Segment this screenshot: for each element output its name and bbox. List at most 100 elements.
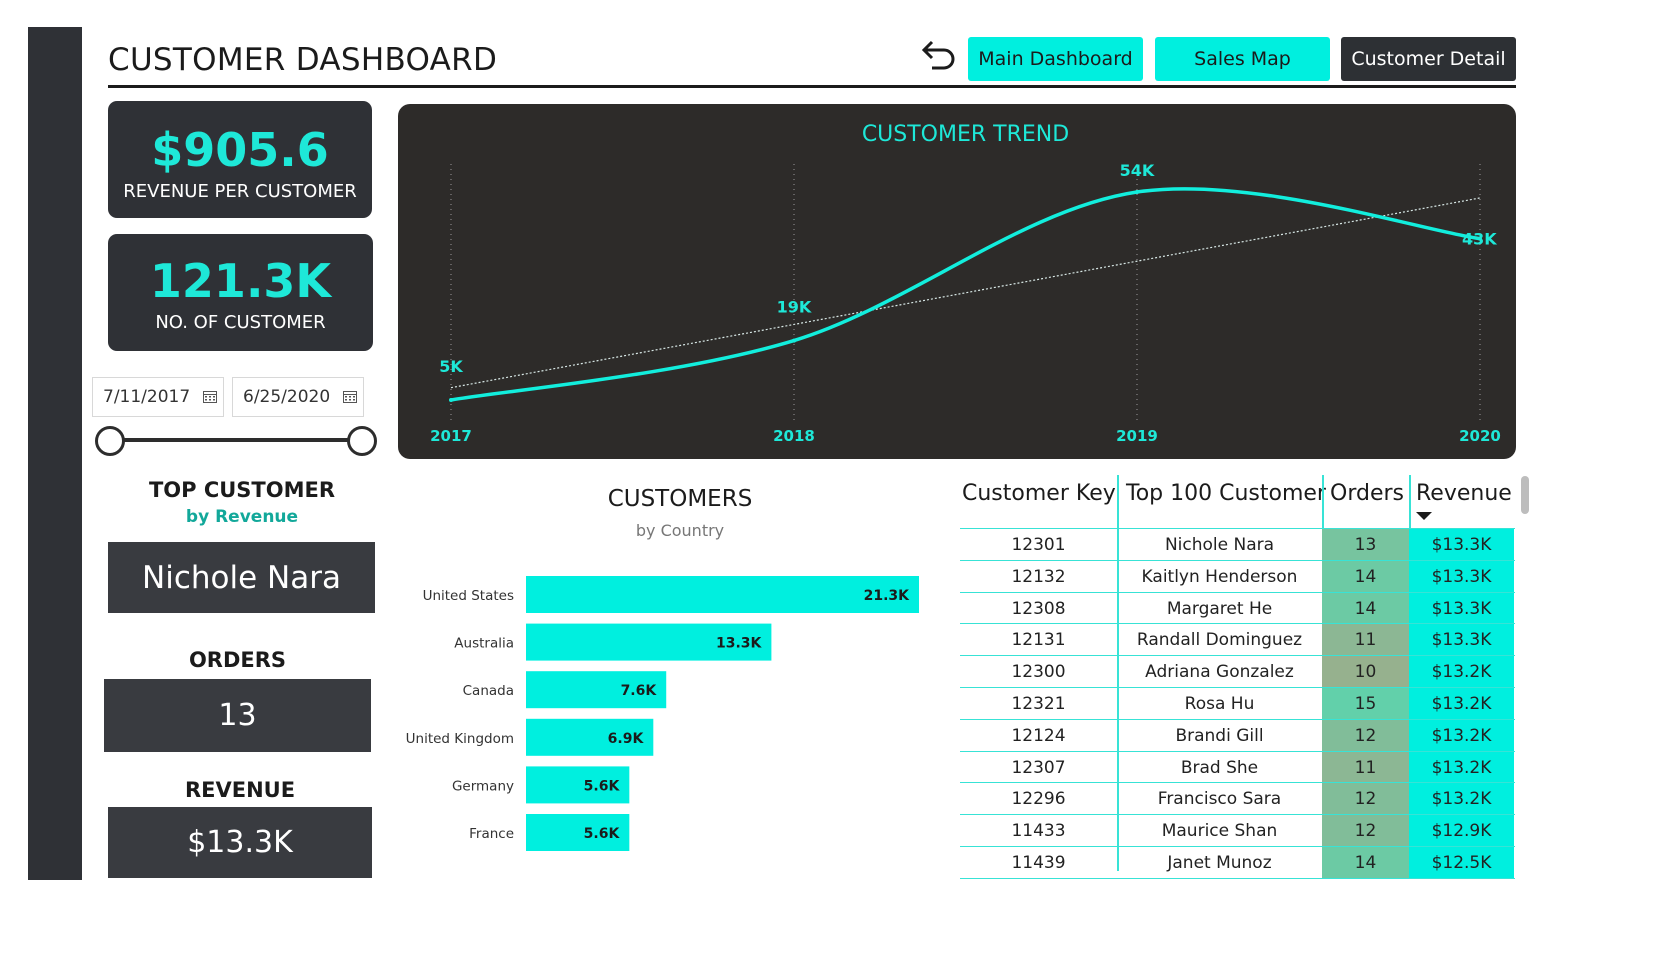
top-customer-heading: TOP CUSTOMER [148,478,336,502]
table-cell-customer-name: Janet Munoz [1167,853,1272,873]
country-label: United States [423,588,514,604]
table-cell-revenue: $13.3K [1431,566,1492,587]
country-bar[interactable] [526,576,919,613]
date-range-end-handle[interactable] [347,426,377,456]
date-range-slider-track[interactable] [110,438,362,442]
country-value-label: 5.6K [584,826,621,842]
customers-by-country-subtitle: by Country [635,521,725,540]
country-label: Germany [452,778,514,794]
customers-by-country-title: CUSTOMERS [607,486,753,512]
country-label: United Kingdom [406,731,514,747]
country-value-label: 6.9K [608,731,645,747]
trend-data-label: 43K [1462,230,1497,249]
table-cell-customer-name: Margaret He [1166,598,1273,619]
customer-count-card: 121.3K NO. OF CUSTOMER [108,234,373,351]
table-cell-orders: 14 [1354,566,1377,587]
sales-map-button[interactable]: Sales Map [1155,37,1330,81]
title-divider [108,85,1516,88]
table-cell-customer-name: Adriana Gonzalez [1145,662,1294,683]
customer-trend-series [450,187,1481,402]
table-cell-orders: 12 [1354,789,1377,810]
table-cell-revenue: $12.9K [1431,821,1492,842]
table-cell-customer-name: Brad She [1180,757,1259,778]
country-label: Canada [463,683,514,699]
country-label: Australia [454,636,514,652]
trend-point [792,338,796,343]
table-header-customer-key[interactable]: Customer Key [962,481,1116,506]
trend-x-tick-label: 2018 [773,427,815,445]
table-cell-orders: 14 [1354,598,1377,619]
customer-count-label: NO. OF CUSTOMER [155,312,326,333]
table-cell-customer-name: Randall Dominguez [1136,630,1303,651]
trend-x-tick-label: 2020 [1459,427,1501,445]
table-cell-customer-name: Maurice Shan [1161,821,1278,842]
end-date-value: 6/25/2020 [243,387,331,407]
orders-value: 13 [104,679,371,752]
table-cell-customer-name: Francisco Sara [1157,789,1282,810]
table-cell-revenue: $13.2K [1431,694,1492,714]
table-cell-orders: 15 [1354,694,1377,714]
revenue-per-customer-card: $905.6 REVENUE PER CUSTOMER [108,101,372,218]
back-arrow-icon[interactable] [916,36,958,76]
table-cell-revenue: $13.2K [1431,725,1492,746]
table-cell-customer-key: 12131 [1011,630,1066,651]
customer-count-value: 121.3K [149,254,332,308]
top-customer-subheading: by Revenue [185,507,299,527]
table-scrollbar[interactable] [1521,476,1529,514]
table-cell-orders: 11 [1354,630,1377,651]
table-cell-orders: 12 [1354,821,1377,842]
trend-data-label: 19K [777,298,812,317]
table-cell-revenue: $13.2K [1431,662,1492,683]
customers-by-country-chart: United States 21.3K Australia 13.3K Canada 7.… [406,576,919,851]
calendar-icon[interactable] [343,390,357,403]
table-cell-customer-key: 12132 [1011,566,1066,587]
trend-point [449,398,453,402]
start-date-input[interactable]: 7/11/2017 [92,377,224,417]
country-label: France [469,826,514,842]
table-cell-orders: 12 [1354,725,1377,746]
table-header-divider [960,528,1515,529]
end-date-input[interactable]: 6/25/2020 [232,377,364,417]
main-dashboard-button[interactable]: Main Dashboard [968,37,1143,81]
table-cell-revenue: $13.3K [1431,535,1492,555]
table-cell-customer-key: 12308 [1011,598,1066,619]
left-sidebar [28,27,82,880]
top-customer-name: Nichole Nara [108,542,375,613]
table-cell-customer-name: Rosa Hu [1184,694,1255,714]
table-cell-customer-key: 12321 [1011,694,1066,714]
trend-x-tick-label: 2019 [1116,427,1158,445]
table-cell-customer-key: 12301 [1011,535,1066,555]
customer-trend-chart: 2017 2018 2019 2020 5K 19K 54K 43K [430,161,1501,445]
country-value-label: 7.6K [621,683,658,699]
sort-descending-icon[interactable] [1416,512,1432,520]
table-cell-revenue: $12.5K [1431,853,1492,873]
revenue-per-customer-value: $905.6 [151,123,329,177]
customer-detail-button[interactable]: Customer Detail [1341,37,1516,81]
revenue-value: $13.3K [108,807,372,878]
date-range-start-handle[interactable] [95,426,125,456]
page-title: CUSTOMER DASHBOARD [108,42,498,78]
table-cell-customer-name: Nichole Nara [1164,535,1275,555]
table-cell-customer-key: 12300 [1011,662,1066,683]
table-cell-customer-key: 12296 [1011,789,1066,810]
table-cell-revenue: $13.2K [1431,757,1492,778]
table-header-customer-name[interactable]: Top 100 Customer [1126,481,1326,506]
table-cell-customer-name: Brandi Gill [1175,725,1264,746]
country-value-label: 5.6K [584,778,621,794]
orders-heading: ORDERS [188,648,287,672]
calendar-icon[interactable] [203,390,217,403]
table-cell-orders: 13 [1354,535,1377,555]
revenue-per-customer-label: REVENUE PER CUSTOMER [123,181,357,202]
table-header-orders[interactable]: Orders [1330,481,1404,506]
table-header-revenue[interactable]: Revenue [1416,481,1512,506]
table-cell-customer-key: 12307 [1011,757,1066,778]
table-cell-revenue: $13.2K [1431,789,1492,810]
start-date-value: 7/11/2017 [103,387,191,407]
trend-point [1135,190,1139,194]
trend-line [450,197,1481,389]
table-cell-orders: 10 [1354,662,1377,683]
trend-x-tick-label: 2017 [430,427,472,445]
trend-data-label: 5K [439,357,463,376]
country-value-label: 21.3K [864,588,911,604]
country-value-label: 13.3K [716,636,763,652]
